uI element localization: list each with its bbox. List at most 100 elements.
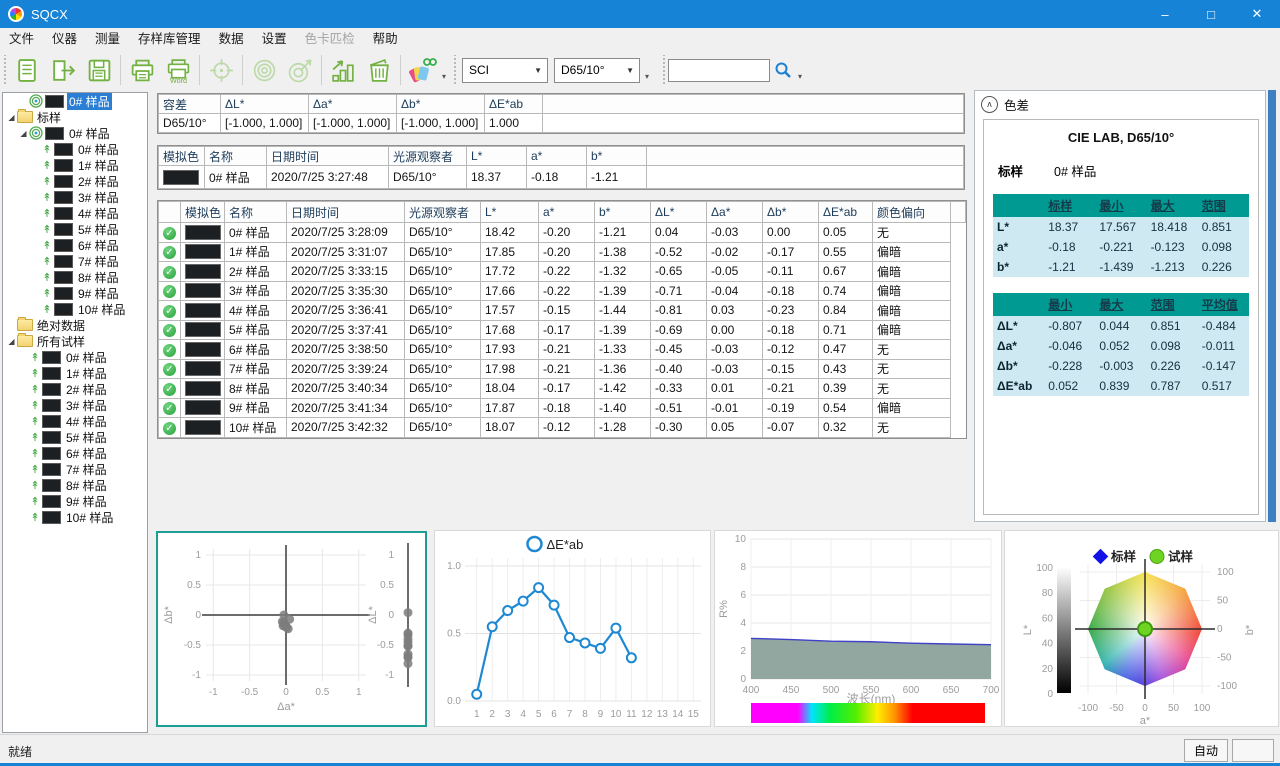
close-button[interactable]: ✕ bbox=[1234, 0, 1280, 28]
table-row[interactable]: ✓9# 样品2020/7/25 3:41:34D65/10°17.87-0.18… bbox=[159, 398, 966, 418]
menu-item[interactable]: 色卡匹检 bbox=[296, 28, 364, 50]
print-button[interactable] bbox=[124, 52, 160, 88]
column-header[interactable] bbox=[159, 202, 181, 223]
tree-item[interactable]: ↟0# 样品 bbox=[3, 349, 147, 365]
column-header[interactable]: 名称 bbox=[205, 147, 267, 166]
table-row[interactable]: ✓2# 样品2020/7/25 3:33:15D65/10°17.72-0.22… bbox=[159, 262, 966, 282]
tree-item[interactable]: ↟2# 样品 bbox=[3, 173, 147, 189]
column-header[interactable]: ΔL* bbox=[221, 95, 309, 114]
tree-item[interactable]: ↟6# 样品 bbox=[3, 445, 147, 461]
tree-item[interactable]: ↟4# 样品 bbox=[3, 413, 147, 429]
column-header[interactable]: Δa* bbox=[707, 202, 763, 223]
toolbar-grip[interactable] bbox=[661, 55, 666, 85]
toolbar-grip[interactable] bbox=[2, 55, 7, 85]
table-row[interactable]: ✓4# 样品2020/7/25 3:36:41D65/10°17.57-0.15… bbox=[159, 301, 966, 321]
minimize-button[interactable]: – bbox=[1142, 0, 1188, 28]
tree-item[interactable]: ↟6# 样品 bbox=[3, 237, 147, 253]
column-header[interactable]: 光源观察者 bbox=[405, 202, 481, 223]
measure-standard-button[interactable] bbox=[246, 52, 282, 88]
tree-item[interactable]: ↟9# 样品 bbox=[3, 493, 147, 509]
tree-item[interactable]: ↟0# 样品 bbox=[3, 141, 147, 157]
export-button[interactable] bbox=[45, 52, 81, 88]
menu-item[interactable]: 测量 bbox=[86, 28, 129, 50]
column-header[interactable]: L* bbox=[467, 147, 527, 166]
save-button[interactable] bbox=[81, 52, 117, 88]
new-document-button[interactable] bbox=[9, 52, 45, 88]
tree-item[interactable]: ↟5# 样品 bbox=[3, 221, 147, 237]
table-row[interactable]: ✓5# 样品2020/7/25 3:37:41D65/10°17.68-0.17… bbox=[159, 320, 966, 340]
column-header[interactable] bbox=[647, 147, 964, 166]
trend-chart-button[interactable] bbox=[325, 52, 361, 88]
menu-item[interactable]: 设置 bbox=[253, 28, 296, 50]
calibrate-button[interactable] bbox=[203, 52, 239, 88]
column-header[interactable]: 容差 bbox=[159, 95, 221, 114]
column-header[interactable]: ΔL* bbox=[651, 202, 707, 223]
table-row[interactable]: ✓10# 样品2020/7/25 3:42:32D65/10°18.07-0.1… bbox=[159, 418, 966, 438]
tree-item[interactable]: ◢0# 样品 bbox=[3, 125, 147, 141]
tree-item[interactable]: ◢所有试样 bbox=[3, 333, 147, 349]
column-header[interactable]: a* bbox=[527, 147, 587, 166]
column-header[interactable]: 光源观察者 bbox=[389, 147, 467, 166]
column-header[interactable]: Δb* bbox=[397, 95, 485, 114]
status-extra-box[interactable] bbox=[1232, 739, 1274, 762]
column-header[interactable]: 日期时间 bbox=[267, 147, 389, 166]
tree-item[interactable]: ↟1# 样品 bbox=[3, 365, 147, 381]
tree-item[interactable]: ↟10# 样品 bbox=[3, 509, 147, 525]
table-row[interactable]: ✓1# 样品2020/7/25 3:31:07D65/10°17.85-0.20… bbox=[159, 242, 966, 262]
print-word-button[interactable]: Word bbox=[160, 52, 196, 88]
tree-item[interactable]: ↟7# 样品 bbox=[3, 253, 147, 269]
tree-item[interactable]: ↟1# 样品 bbox=[3, 157, 147, 173]
toolbar-overflow-icon[interactable]: ▾ bbox=[645, 73, 649, 81]
maximize-button[interactable]: □ bbox=[1188, 0, 1234, 28]
menu-item[interactable]: 文件 bbox=[0, 28, 43, 50]
tree-expander-icon[interactable]: ◢ bbox=[6, 337, 17, 346]
delete-button[interactable] bbox=[361, 52, 397, 88]
toolbar-overflow-icon[interactable]: ▾ bbox=[442, 73, 446, 81]
table-row[interactable]: D65/10°[-1.000, 1.000][-1.000, 1.000][-1… bbox=[159, 114, 964, 133]
column-header[interactable]: b* bbox=[595, 202, 651, 223]
toolbar-overflow-icon[interactable]: ▾ bbox=[798, 73, 802, 81]
tree-item[interactable]: ↟3# 样品 bbox=[3, 397, 147, 413]
table-row[interactable]: ✓6# 样品2020/7/25 3:38:50D65/10°17.93-0.21… bbox=[159, 340, 966, 360]
search-input[interactable] bbox=[668, 59, 770, 82]
tree-expander-icon[interactable]: ◢ bbox=[6, 113, 17, 122]
delta-e-trend-chart[interactable]: ΔE*ab1234567891011121314150.00.51.0 bbox=[434, 530, 711, 727]
column-header[interactable]: L* bbox=[481, 202, 539, 223]
geometry-mode-combo[interactable]: SCI ▼ bbox=[462, 58, 548, 83]
column-header[interactable]: Δb* bbox=[763, 202, 819, 223]
tree-item[interactable]: ↟8# 样品 bbox=[3, 477, 147, 493]
color-gamut-chart[interactable]: 标样试样 100806040200L*100500-50-100b*-100-5… bbox=[1004, 530, 1279, 727]
column-header[interactable]: b* bbox=[587, 147, 647, 166]
collapse-panel-icon[interactable]: ᴧ bbox=[981, 96, 998, 113]
table-row[interactable]: ✓0# 样品2020/7/25 3:28:09D65/10°18.42-0.20… bbox=[159, 223, 966, 243]
menu-item[interactable]: 存样库管理 bbox=[129, 28, 210, 50]
column-header[interactable]: ΔE*ab bbox=[485, 95, 543, 114]
column-header[interactable]: 模拟色 bbox=[181, 202, 225, 223]
tree-item[interactable]: ↟10# 样品 bbox=[3, 301, 147, 317]
tree-item[interactable]: ↟2# 样品 bbox=[3, 381, 147, 397]
table-row[interactable]: 0# 样品2020/7/25 3:27:48D65/10°18.37-0.18-… bbox=[159, 166, 964, 189]
measure-sample-button[interactable] bbox=[282, 52, 318, 88]
search-button[interactable] bbox=[770, 52, 796, 88]
deviation-scatter-chart[interactable]: -1-1-0.5-0.5000.50.511Δa*Δb*-1-0.500.51Δ… bbox=[156, 531, 427, 727]
column-header[interactable] bbox=[543, 95, 964, 114]
tree-item[interactable]: ↟7# 样品 bbox=[3, 461, 147, 477]
column-header[interactable]: 名称 bbox=[225, 202, 287, 223]
menu-item[interactable]: 数据 bbox=[210, 28, 253, 50]
column-header[interactable]: 颜色偏向 bbox=[873, 202, 951, 223]
table-row[interactable]: ✓8# 样品2020/7/25 3:40:34D65/10°18.04-0.17… bbox=[159, 379, 966, 399]
menu-item[interactable]: 帮助 bbox=[364, 28, 407, 50]
tree-item[interactable]: ↟9# 样品 bbox=[3, 285, 147, 301]
table-row[interactable]: ✓7# 样品2020/7/25 3:39:24D65/10°17.98-0.21… bbox=[159, 359, 966, 379]
tree-item[interactable]: 0# 样品 bbox=[3, 93, 147, 109]
column-header[interactable]: 模拟色 bbox=[159, 147, 205, 166]
table-row[interactable]: ✓3# 样品2020/7/25 3:35:30D65/10°17.66-0.22… bbox=[159, 281, 966, 301]
column-header[interactable]: 日期时间 bbox=[287, 202, 405, 223]
illuminant-combo[interactable]: D65/10° ▼ bbox=[554, 58, 640, 83]
toolbar-grip[interactable] bbox=[452, 55, 457, 85]
tree-item[interactable]: ↟5# 样品 bbox=[3, 429, 147, 445]
panel-splitter[interactable] bbox=[1268, 90, 1276, 522]
tree-item[interactable]: ↟3# 样品 bbox=[3, 189, 147, 205]
reflectance-chart[interactable]: 0246810400450500550600650700R%波长(nm) bbox=[714, 530, 1002, 727]
column-header[interactable]: a* bbox=[539, 202, 595, 223]
